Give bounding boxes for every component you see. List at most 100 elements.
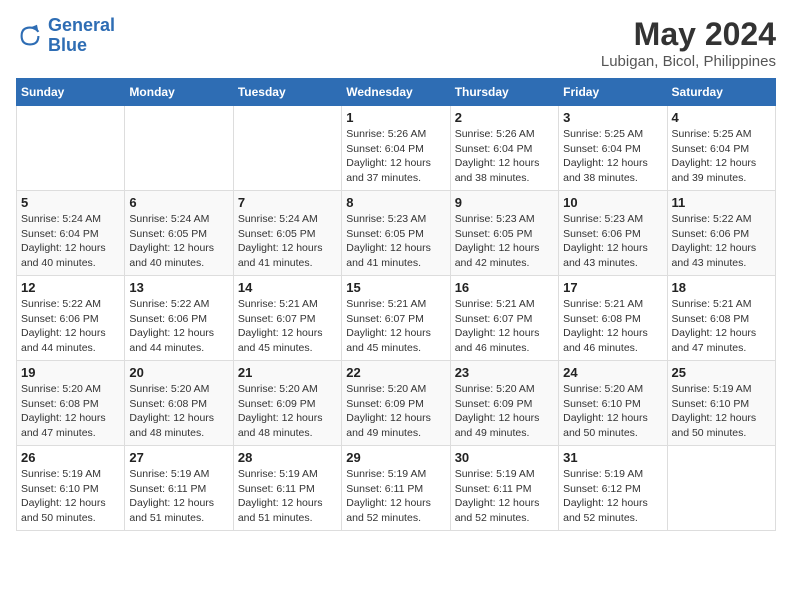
day-number: 17 xyxy=(563,280,662,295)
day-info: Sunrise: 5:19 AM Sunset: 6:11 PM Dayligh… xyxy=(129,467,228,526)
day-number: 30 xyxy=(455,450,554,465)
calendar-table: SundayMondayTuesdayWednesdayThursdayFrid… xyxy=(16,78,776,531)
day-info: Sunrise: 5:19 AM Sunset: 6:11 PM Dayligh… xyxy=(455,467,554,526)
day-number: 8 xyxy=(346,195,445,210)
day-number: 24 xyxy=(563,365,662,380)
day-info: Sunrise: 5:20 AM Sunset: 6:08 PM Dayligh… xyxy=(21,382,120,441)
week-row-4: 19 Sunrise: 5:20 AM Sunset: 6:08 PM Dayli… xyxy=(17,361,776,446)
day-info: Sunrise: 5:19 AM Sunset: 6:12 PM Dayligh… xyxy=(563,467,662,526)
calendar-header: SundayMondayTuesdayWednesdayThursdayFrid… xyxy=(17,79,776,106)
calendar-cell xyxy=(667,446,775,531)
day-info: Sunrise: 5:26 AM Sunset: 6:04 PM Dayligh… xyxy=(346,127,445,186)
calendar-cell: 4 Sunrise: 5:25 AM Sunset: 6:04 PM Daylig… xyxy=(667,106,775,191)
page-header: General Blue May 2024 Lubigan, Bicol, Ph… xyxy=(16,16,776,70)
calendar-cell: 18 Sunrise: 5:21 AM Sunset: 6:08 PM Dayli… xyxy=(667,276,775,361)
calendar-cell: 7Sunrise: 5:24 AM Sunset: 6:05 PM Daylig… xyxy=(233,191,341,276)
calendar-cell: 28 Sunrise: 5:19 AM Sunset: 6:11 PM Dayli… xyxy=(233,446,341,531)
day-info: Sunrise: 5:20 AM Sunset: 6:08 PM Dayligh… xyxy=(129,382,228,441)
calendar-cell: 30 Sunrise: 5:19 AM Sunset: 6:11 PM Dayli… xyxy=(450,446,558,531)
logo-icon xyxy=(16,22,44,50)
calendar-cell: 17 Sunrise: 5:21 AM Sunset: 6:08 PM Dayli… xyxy=(559,276,667,361)
day-info: Sunrise: 5:23 AM Sunset: 6:06 PM Dayligh… xyxy=(563,212,662,271)
day-info: Sunrise: 5:21 AM Sunset: 6:08 PM Dayligh… xyxy=(563,297,662,356)
calendar-cell xyxy=(125,106,233,191)
day-info: Sunrise: 5:20 AM Sunset: 6:09 PM Dayligh… xyxy=(346,382,445,441)
day-number: 2 xyxy=(455,110,554,125)
day-number: 18 xyxy=(672,280,771,295)
calendar-cell: 14Sunrise: 5:21 AM Sunset: 6:07 PM Dayli… xyxy=(233,276,341,361)
calendar-cell: 11Sunrise: 5:22 AM Sunset: 6:06 PM Dayli… xyxy=(667,191,775,276)
day-info: Sunrise: 5:23 AM Sunset: 6:05 PM Dayligh… xyxy=(346,212,445,271)
day-info: Sunrise: 5:19 AM Sunset: 6:10 PM Dayligh… xyxy=(21,467,120,526)
calendar-cell: 9 Sunrise: 5:23 AM Sunset: 6:05 PM Daylig… xyxy=(450,191,558,276)
day-number: 25 xyxy=(672,365,771,380)
calendar-cell: 20 Sunrise: 5:20 AM Sunset: 6:08 PM Dayli… xyxy=(125,361,233,446)
day-number: 12 xyxy=(21,280,120,295)
calendar-body: 1 Sunrise: 5:26 AM Sunset: 6:04 PM Daylig… xyxy=(17,106,776,531)
day-number: 19 xyxy=(21,365,120,380)
day-info: Sunrise: 5:24 AM Sunset: 6:05 PM Dayligh… xyxy=(129,212,228,271)
weekday-header-row: SundayMondayTuesdayWednesdayThursdayFrid… xyxy=(17,79,776,106)
calendar-cell: 23Sunrise: 5:20 AM Sunset: 6:09 PM Dayli… xyxy=(450,361,558,446)
calendar-cell xyxy=(233,106,341,191)
day-number: 7 xyxy=(238,195,337,210)
day-number: 16 xyxy=(455,280,554,295)
weekday-header-wednesday: Wednesday xyxy=(342,79,450,106)
calendar-cell: 29 Sunrise: 5:19 AM Sunset: 6:11 PM Dayli… xyxy=(342,446,450,531)
calendar-cell: 21 Sunrise: 5:20 AM Sunset: 6:09 PM Dayli… xyxy=(233,361,341,446)
day-info: Sunrise: 5:25 AM Sunset: 6:04 PM Dayligh… xyxy=(563,127,662,186)
logo-text: General Blue xyxy=(48,16,115,56)
day-number: 10 xyxy=(563,195,662,210)
day-info: Sunrise: 5:22 AM Sunset: 6:06 PM Dayligh… xyxy=(672,212,771,271)
weekday-header-saturday: Saturday xyxy=(667,79,775,106)
calendar-cell: 31 Sunrise: 5:19 AM Sunset: 6:12 PM Dayli… xyxy=(559,446,667,531)
day-info: Sunrise: 5:20 AM Sunset: 6:10 PM Dayligh… xyxy=(563,382,662,441)
logo-blue: Blue xyxy=(48,35,87,55)
day-number: 9 xyxy=(455,195,554,210)
calendar-cell: 26Sunrise: 5:19 AM Sunset: 6:10 PM Dayli… xyxy=(17,446,125,531)
day-number: 21 xyxy=(238,365,337,380)
day-number: 6 xyxy=(129,195,228,210)
day-number: 1 xyxy=(346,110,445,125)
day-number: 20 xyxy=(129,365,228,380)
calendar-cell: 24 Sunrise: 5:20 AM Sunset: 6:10 PM Dayli… xyxy=(559,361,667,446)
week-row-5: 26Sunrise: 5:19 AM Sunset: 6:10 PM Dayli… xyxy=(17,446,776,531)
calendar-title: May 2024 xyxy=(601,16,776,53)
day-info: Sunrise: 5:25 AM Sunset: 6:04 PM Dayligh… xyxy=(672,127,771,186)
day-info: Sunrise: 5:24 AM Sunset: 6:04 PM Dayligh… xyxy=(21,212,120,271)
day-number: 4 xyxy=(672,110,771,125)
day-info: Sunrise: 5:21 AM Sunset: 6:07 PM Dayligh… xyxy=(238,297,337,356)
day-number: 31 xyxy=(563,450,662,465)
calendar-cell: 27Sunrise: 5:19 AM Sunset: 6:11 PM Dayli… xyxy=(125,446,233,531)
weekday-header-thursday: Thursday xyxy=(450,79,558,106)
calendar-cell xyxy=(17,106,125,191)
week-row-1: 1 Sunrise: 5:26 AM Sunset: 6:04 PM Daylig… xyxy=(17,106,776,191)
calendar-subtitle: Lubigan, Bicol, Philippines xyxy=(601,53,776,70)
day-info: Sunrise: 5:20 AM Sunset: 6:09 PM Dayligh… xyxy=(455,382,554,441)
calendar-cell: 12Sunrise: 5:22 AM Sunset: 6:06 PM Dayli… xyxy=(17,276,125,361)
calendar-cell: 25Sunrise: 5:19 AM Sunset: 6:10 PM Dayli… xyxy=(667,361,775,446)
day-info: Sunrise: 5:23 AM Sunset: 6:05 PM Dayligh… xyxy=(455,212,554,271)
day-info: Sunrise: 5:20 AM Sunset: 6:09 PM Dayligh… xyxy=(238,382,337,441)
day-info: Sunrise: 5:19 AM Sunset: 6:11 PM Dayligh… xyxy=(238,467,337,526)
day-number: 5 xyxy=(21,195,120,210)
calendar-cell: 13Sunrise: 5:22 AM Sunset: 6:06 PM Dayli… xyxy=(125,276,233,361)
calendar-cell: 16 Sunrise: 5:21 AM Sunset: 6:07 PM Dayli… xyxy=(450,276,558,361)
weekday-header-monday: Monday xyxy=(125,79,233,106)
day-number: 15 xyxy=(346,280,445,295)
calendar-cell: 3Sunrise: 5:25 AM Sunset: 6:04 PM Daylig… xyxy=(559,106,667,191)
day-info: Sunrise: 5:21 AM Sunset: 6:07 PM Dayligh… xyxy=(346,297,445,356)
day-number: 29 xyxy=(346,450,445,465)
title-block: May 2024 Lubigan, Bicol, Philippines xyxy=(601,16,776,70)
calendar-cell: 5 Sunrise: 5:24 AM Sunset: 6:04 PM Daylig… xyxy=(17,191,125,276)
day-number: 13 xyxy=(129,280,228,295)
day-info: Sunrise: 5:19 AM Sunset: 6:11 PM Dayligh… xyxy=(346,467,445,526)
day-info: Sunrise: 5:21 AM Sunset: 6:08 PM Dayligh… xyxy=(672,297,771,356)
day-info: Sunrise: 5:26 AM Sunset: 6:04 PM Dayligh… xyxy=(455,127,554,186)
calendar-cell: 22Sunrise: 5:20 AM Sunset: 6:09 PM Dayli… xyxy=(342,361,450,446)
day-number: 28 xyxy=(238,450,337,465)
day-info: Sunrise: 5:21 AM Sunset: 6:07 PM Dayligh… xyxy=(455,297,554,356)
calendar-cell: 15 Sunrise: 5:21 AM Sunset: 6:07 PM Dayli… xyxy=(342,276,450,361)
calendar-cell: 10 Sunrise: 5:23 AM Sunset: 6:06 PM Dayli… xyxy=(559,191,667,276)
logo: General Blue xyxy=(16,16,115,56)
